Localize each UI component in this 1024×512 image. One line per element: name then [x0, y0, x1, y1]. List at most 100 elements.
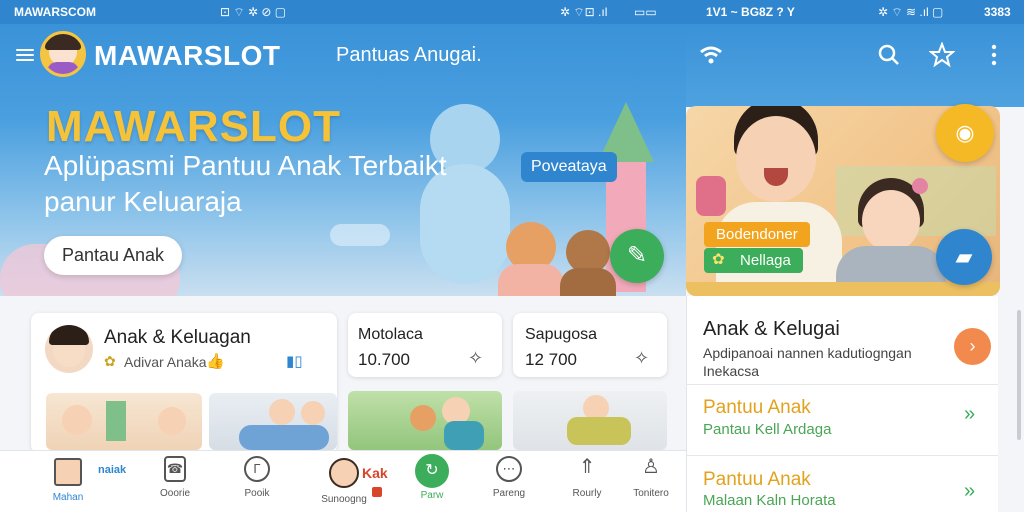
- child-face: [158, 407, 186, 435]
- page-title: Pantuas Anugai.: [336, 44, 482, 66]
- nav-label: Rourly: [572, 488, 602, 499]
- bar-chart-icon: ▮▯: [286, 353, 303, 370]
- stat-title-1: Motolaca: [358, 326, 423, 343]
- nav-item-tonitero[interactable]: ♙ Tonitero: [616, 456, 686, 499]
- status-mid-icons: ✲ ⌔⊡ .ıl: [560, 5, 608, 19]
- toy-figure: [696, 176, 726, 216]
- profile-name: Anak & Keluagan: [104, 327, 251, 348]
- avatar-hair: [45, 34, 81, 50]
- hero-tag-button[interactable]: Poveataya: [521, 152, 617, 182]
- nav-label: Pooik: [244, 488, 270, 499]
- status-left-text: MAWARSCOM: [14, 5, 96, 19]
- profile-avatar: [45, 325, 93, 373]
- chat-fab-button[interactable]: ▰: [936, 229, 992, 285]
- child-face: [269, 399, 295, 425]
- logo-avatar: [40, 31, 86, 77]
- pantau-anak-button[interactable]: Pantau Anak: [44, 236, 182, 275]
- photo-thumbnail[interactable]: [513, 391, 667, 450]
- chevron-right-icon: ›: [969, 336, 976, 356]
- notification-badge: [372, 487, 382, 497]
- hamburger-menu-icon[interactable]: [16, 46, 34, 62]
- child-shirt: [239, 425, 329, 450]
- nav-item-pooik[interactable]: Γ Pooik: [222, 456, 292, 499]
- sparkle-icon: ✧: [468, 348, 484, 368]
- toy-block: [106, 401, 126, 441]
- panel-description: Apdipanoai nannen kadutiogngan Inekacsa: [703, 344, 943, 380]
- list-item-subtitle: Malaan Kaln Horata: [703, 492, 836, 509]
- nav-badge-text: Kak: [362, 465, 388, 481]
- stat-title-2: Sapugosa: [525, 326, 598, 343]
- more-vertical-icon[interactable]: [981, 42, 1007, 68]
- panel-next-button[interactable]: ›: [954, 328, 991, 365]
- camera-icon: ◉: [955, 120, 975, 145]
- camera-fab-button[interactable]: ◉: [936, 104, 994, 162]
- nav-label: Pareng: [492, 488, 526, 499]
- app-root: MAWARSCOM ⊡ ⌔ ✲ ⊘ ▢ ✲ ⌔⊡ .ıl ▭▭ 1V1 ~ BG…: [0, 0, 1024, 512]
- document-icon: Γ: [244, 456, 270, 482]
- nav-item-pareng[interactable]: ⋯ Pareng: [474, 456, 544, 499]
- star-icon[interactable]: [928, 41, 956, 68]
- status-bar: MAWARSCOM ⊡ ⌔ ✲ ⊘ ▢ ✲ ⌔⊡ .ıl ▭▭ 1V1 ~ BG…: [0, 0, 1024, 24]
- photo-thumbnail[interactable]: [348, 391, 502, 450]
- nav-item-mahan[interactable]: Mahan: [33, 456, 103, 503]
- list-item-title[interactable]: Pantuu Anak: [703, 397, 811, 419]
- divider: [686, 455, 998, 456]
- battery-icon: ▭▭: [634, 5, 657, 19]
- nav-item-rourly[interactable]: ⇑ Rourly: [552, 456, 622, 499]
- rocket-icon: ⇑: [578, 456, 596, 478]
- nav-label: Ooorie: [159, 488, 190, 499]
- stat-value-1: 10.700: [358, 350, 410, 369]
- cloud-decoration: [330, 224, 390, 246]
- scrollbar[interactable]: [1017, 310, 1021, 440]
- profile-sub: Adivar Anaka: [124, 354, 207, 370]
- toy-bear-body: [498, 264, 564, 296]
- chevron-right-icon[interactable]: »: [964, 480, 975, 503]
- child-face: [301, 401, 325, 425]
- nav-item-ooorie[interactable]: ☎ Ooorie: [140, 456, 210, 499]
- boy-face: [736, 116, 816, 202]
- nav-label: Tonitero: [633, 488, 669, 499]
- photo-badge-1: Bodendoner: [704, 222, 810, 247]
- nav-label: Parw: [420, 490, 444, 501]
- girl-bow: [912, 178, 928, 194]
- toy-bear2-body: [560, 268, 616, 296]
- refresh-icon: ↻: [415, 454, 449, 488]
- table-edge: [686, 282, 1000, 296]
- hero-headline: MAWARSLOT: [46, 102, 341, 151]
- status-time: 3383: [984, 5, 1011, 19]
- divider: [686, 384, 998, 385]
- child-icon: [54, 458, 82, 486]
- panel-description-line2: Inekacsa: [703, 363, 760, 379]
- user-icon: ♙: [642, 456, 660, 478]
- stat-value-2: 12 700: [525, 350, 577, 369]
- girl-face: [862, 190, 920, 252]
- profile-icon: [329, 458, 359, 488]
- edit-fab-button[interactable]: ✎: [610, 229, 664, 283]
- status-mid2-text: 1V1 ~ BG8Z ? Y: [706, 5, 795, 19]
- hero-subtitle-line1: Aplüpasmi Pantuu Anak Terbaikt: [44, 150, 447, 181]
- leaf-icon: ✿: [104, 353, 116, 369]
- nav-item-parw[interactable]: ↻ Parw: [397, 454, 467, 501]
- photo-thumbnail[interactable]: [46, 393, 202, 450]
- sparkle-icon: ✧: [634, 348, 650, 368]
- list-item-title[interactable]: Pantuu Anak: [703, 469, 811, 491]
- panel-title: Anak & Kelugai: [703, 318, 840, 340]
- wifi-icon[interactable]: [698, 42, 724, 68]
- child-shirt: [567, 417, 631, 445]
- status-right-icons: ✲ ⌔ ≋ .ıl ▢: [878, 5, 944, 19]
- brand-name: MAWARSLOT: [94, 40, 281, 71]
- avatar-hair: [49, 325, 89, 345]
- toy-bunny-body: [420, 164, 510, 284]
- chevron-right-icon[interactable]: »: [964, 403, 975, 426]
- header-right-bg: [686, 24, 1024, 107]
- hero-subtitle-line2: panur Keluaraja: [44, 186, 242, 217]
- nav-label: Mahan: [52, 492, 84, 503]
- toy-bear: [410, 405, 436, 431]
- thumb-up-icon: 👍: [206, 353, 225, 370]
- nav-label: Sunoogng: [321, 494, 367, 505]
- photo-thumbnail[interactable]: [209, 393, 337, 450]
- search-icon[interactable]: [876, 42, 902, 68]
- panel-description-line1: Apdipanoai nannen kadutiogngan: [703, 345, 912, 361]
- phone-icon: ☎: [164, 456, 186, 482]
- chat-icon: ⋯: [496, 456, 522, 482]
